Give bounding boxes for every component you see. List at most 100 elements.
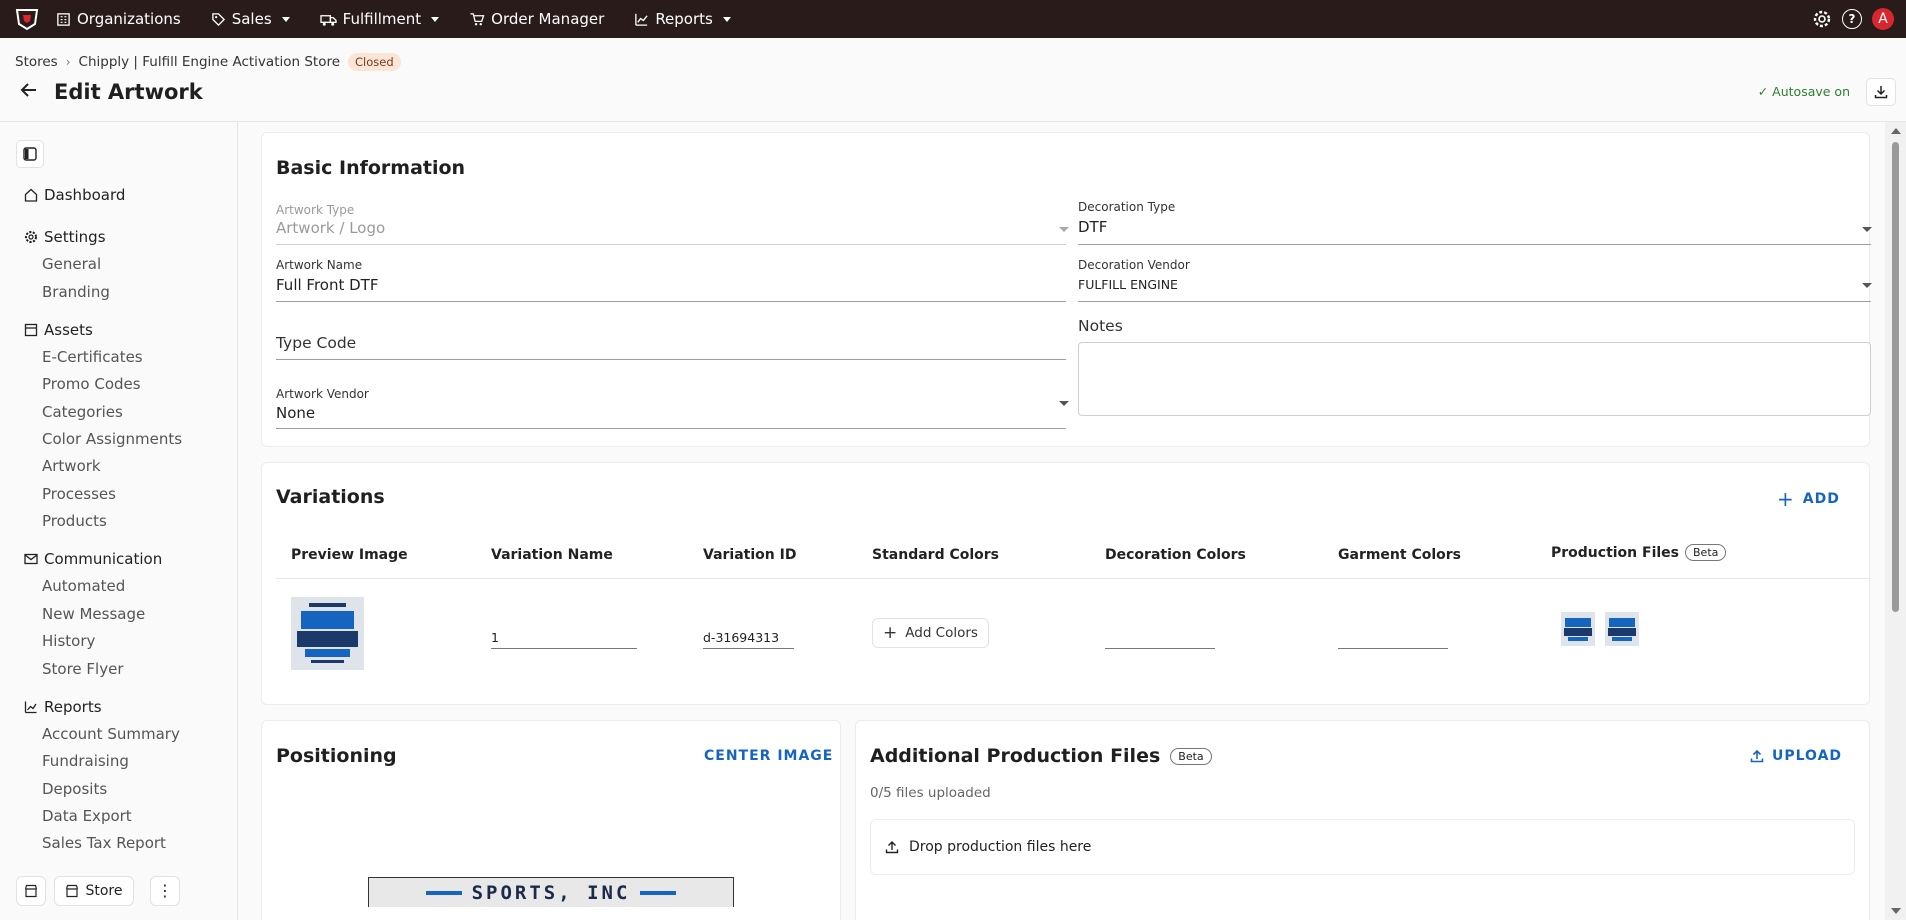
column-header: Preview Image: [291, 547, 408, 563]
help-icon[interactable]: ?: [1842, 9, 1862, 29]
sidebar-item-data-export[interactable]: Data Export: [42, 807, 132, 825]
sidebar-item-sales-tax-report[interactable]: Sales Tax Report: [42, 834, 166, 852]
production-file-thumbnail[interactable]: [1561, 612, 1595, 646]
sidebar-item-history[interactable]: History: [42, 632, 95, 650]
nav-reports-label: Reports: [655, 10, 713, 28]
sidebar-item-communication[interactable]: Communication: [24, 550, 162, 568]
user-avatar[interactable]: A: [1872, 8, 1894, 30]
drop-zone[interactable]: Drop production files here: [870, 819, 1855, 875]
sidebar-item-account-summary[interactable]: Account Summary: [42, 725, 180, 743]
sidebar-item-store-flyer[interactable]: Store Flyer: [42, 660, 123, 678]
sidebar-item-assets[interactable]: Assets: [24, 321, 93, 339]
section-title: Basic Information: [276, 157, 466, 179]
positioning-preview-image[interactable]: SPORTS, INC: [368, 877, 734, 907]
cart-icon: [470, 12, 485, 25]
column-header-production-files: Production Files Beta: [1551, 544, 1727, 561]
store-button[interactable]: Store: [54, 876, 134, 906]
field-underline: [276, 359, 1066, 360]
scroll-up-icon[interactable]: [1891, 128, 1901, 134]
field-value: DTF: [1078, 218, 1108, 236]
field-label: Artwork Type: [276, 203, 355, 217]
sidebar-label: Reports: [44, 698, 102, 716]
sidebar-label: Communication: [44, 550, 163, 568]
building-icon: [57, 12, 70, 26]
sidebar-toggle-icon: [23, 147, 37, 161]
sidebar-item-e-certificates[interactable]: E-Certificates: [42, 348, 143, 366]
add-variation-button[interactable]: + ADD: [1777, 489, 1840, 509]
nav-order-manager[interactable]: Order Manager: [469, 10, 604, 28]
sidebar-item-color-assignments[interactable]: Color Assignments: [42, 430, 182, 448]
files-uploaded-count: 0/5 files uploaded: [870, 785, 991, 801]
folder-icon: [24, 323, 38, 337]
sidebar-item-settings[interactable]: Settings: [24, 228, 106, 246]
beta-badge: Beta: [1170, 747, 1212, 765]
breadcrumb-stores[interactable]: Stores: [15, 54, 58, 70]
gear-icon[interactable]: [1812, 9, 1832, 29]
upload-label: UPLOAD: [1772, 748, 1843, 764]
nav-reports[interactable]: Reports: [634, 10, 731, 28]
sidebar-item-processes[interactable]: Processes: [42, 485, 116, 503]
nav-organizations[interactable]: Organizations: [56, 10, 181, 28]
field-value: Full Front DTF: [276, 276, 379, 294]
sidebar-item-artwork[interactable]: Artwork: [42, 457, 101, 475]
plus-icon: +: [883, 622, 898, 643]
variation-id-input[interactable]: d-31694313: [703, 630, 779, 645]
breadcrumb-store[interactable]: Chipply | Fulfill Engine Activation Stor…: [79, 54, 341, 70]
page-scrollbar[interactable]: [1885, 122, 1906, 920]
notes-label: Notes: [1078, 317, 1123, 335]
autosave-label: Autosave on: [1772, 84, 1850, 99]
sidebar-item-reports[interactable]: Reports: [24, 698, 102, 716]
sidebar-label: Settings: [44, 228, 106, 246]
storefront-button[interactable]: [16, 876, 46, 906]
nav-fulfillment[interactable]: Fulfillment: [320, 10, 440, 28]
add-colors-button[interactable]: + Add Colors: [872, 618, 989, 648]
variations-card: Variations + ADD Preview Image Variation…: [261, 462, 1871, 705]
sidebar-item-deposits[interactable]: Deposits: [42, 780, 107, 798]
sidebar-label: Assets: [44, 321, 93, 339]
chevron-down-icon: [722, 16, 731, 22]
back-arrow-icon[interactable]: [20, 81, 38, 103]
decoration-colors-field[interactable]: [1105, 648, 1215, 649]
variation-name-input[interactable]: 1: [491, 630, 499, 645]
table-divider: [276, 578, 1871, 579]
scrollbar-thumb[interactable]: [1892, 142, 1899, 612]
variation-preview-image[interactable]: [291, 597, 364, 670]
app-logo-icon[interactable]: [12, 6, 42, 32]
sidebar-item-categories[interactable]: Categories: [42, 403, 123, 421]
production-file-thumbnail[interactable]: [1605, 612, 1639, 646]
more-options-button[interactable]: ⋮: [150, 876, 180, 906]
download-button[interactable]: [1866, 78, 1896, 106]
notes-textarea[interactable]: [1078, 342, 1871, 416]
chart-icon: [635, 13, 648, 26]
tag-icon: [211, 12, 225, 26]
sidebar-item-branding[interactable]: Branding: [42, 283, 110, 301]
garment-colors-field[interactable]: [1338, 648, 1448, 649]
nav-organizations-label: Organizations: [77, 10, 181, 28]
upload-button[interactable]: UPLOAD: [1750, 748, 1842, 764]
nav-sales[interactable]: Sales: [211, 10, 290, 28]
sidebar-collapse-button[interactable]: [16, 140, 44, 168]
sidebar-item-dashboard[interactable]: Dashboard: [24, 186, 125, 204]
home-icon: [24, 188, 38, 202]
sidebar-item-promo-codes[interactable]: Promo Codes: [42, 375, 141, 393]
upload-icon: [885, 841, 899, 854]
add-variation-label: ADD: [1802, 491, 1840, 507]
sidebar-item-automated[interactable]: Automated: [42, 577, 125, 595]
page-title-row: Edit Artwork: [20, 80, 203, 104]
section-title-row: Additional Production Files Beta: [870, 745, 1212, 767]
sidebar-footer: Store ⋮: [0, 862, 237, 920]
scroll-down-icon[interactable]: [1891, 908, 1901, 914]
center-image-button[interactable]: CENTER IMAGE: [704, 748, 833, 764]
sidebar-item-general[interactable]: General: [42, 255, 101, 273]
upload-icon: [1750, 749, 1764, 763]
sidebar-item-new-message[interactable]: New Message: [42, 605, 145, 623]
chevron-down-icon: [1059, 227, 1069, 232]
section-title: Additional Production Files: [870, 745, 1161, 767]
field-underline: [276, 301, 1066, 302]
sidebar-item-fundraising[interactable]: Fundraising: [42, 752, 129, 770]
main-content: Basic Information Artwork Type Artwork /…: [239, 122, 1885, 920]
sidebar-item-products[interactable]: Products: [42, 512, 107, 530]
topnav-actions: ? A: [1812, 8, 1894, 30]
input-underline: [491, 648, 637, 649]
kebab-icon: ⋮: [157, 881, 173, 900]
